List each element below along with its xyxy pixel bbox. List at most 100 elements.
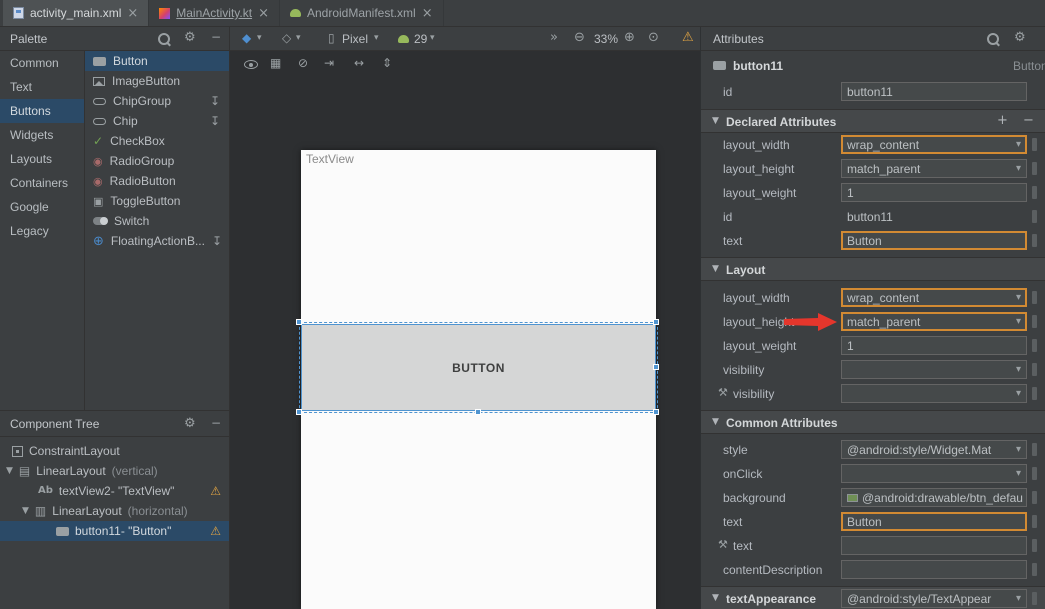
palette-category-text[interactable]: Text: [0, 75, 84, 99]
chevron-down-icon[interactable]: ▾: [257, 34, 262, 43]
download-icon[interactable]: ↧: [210, 95, 220, 107]
zoom-level[interactable]: 33%: [594, 32, 618, 46]
text-input[interactable]: Button: [841, 512, 1027, 531]
layout-width-dropdown[interactable]: wrap_content ▾: [841, 135, 1027, 154]
tab-androidmanifest-xml[interactable]: AndroidManifest.xml ×: [280, 0, 444, 26]
palette-category-containers[interactable]: Containers: [0, 171, 84, 195]
pick-resource-button[interactable]: [1032, 363, 1037, 376]
palette-category-layouts[interactable]: Layouts: [0, 147, 84, 171]
orientation-icon[interactable]: ◇: [282, 32, 291, 44]
device-screen[interactable]: TextView BUTTON: [301, 150, 656, 609]
clear-constraints-icon[interactable]: ↔: [354, 57, 364, 69]
palette-item-chipgroup[interactable]: ChipGroup ↧: [85, 91, 230, 111]
palette-item-radiogroup[interactable]: ◉ RadioGroup: [85, 151, 230, 171]
tree-item-textview2[interactable]: Ab textView2- "TextView" ⚠: [0, 481, 230, 501]
pick-resource-button[interactable]: [1032, 186, 1037, 199]
pick-resource-button[interactable]: [1032, 315, 1037, 328]
view-options-icon[interactable]: [244, 60, 258, 69]
id-input[interactable]: button11: [841, 82, 1027, 101]
collapse-triangle-icon[interactable]: ▼: [712, 418, 719, 427]
palette-category-legacy[interactable]: Legacy: [0, 219, 84, 243]
pick-resource-button[interactable]: [1032, 162, 1037, 175]
warnings-button[interactable]: ⚠: [682, 31, 694, 44]
chevron-down-icon[interactable]: ▾: [296, 34, 301, 43]
close-tab-icon[interactable]: ×: [258, 7, 269, 20]
palette-category-buttons[interactable]: Buttons: [0, 99, 84, 123]
zoom-out-button[interactable]: ⊖: [574, 31, 585, 44]
remove-attribute-button[interactable]: −: [1023, 114, 1034, 127]
palette-item-togglebutton[interactable]: ▣ ToggleButton: [85, 191, 230, 211]
tree-item-button11[interactable]: button11- "Button" ⚠: [0, 521, 230, 541]
collapse-triangle-icon[interactable]: ▼: [712, 117, 719, 126]
tree-expand-icon[interactable]: ▼: [6, 467, 13, 476]
pick-resource-button[interactable]: [1032, 138, 1037, 151]
pick-resource-button[interactable]: [1032, 443, 1037, 456]
close-tab-icon[interactable]: ×: [127, 7, 138, 20]
pick-resource-button[interactable]: [1032, 234, 1037, 247]
section-common-attributes[interactable]: ▼ Common Attributes: [701, 410, 1045, 434]
api-level-selector[interactable]: 29: [414, 32, 427, 46]
gear-icon[interactable]: ⚙: [1014, 31, 1026, 44]
textappearance-dropdown[interactable]: @android:style/TextAppear ▾: [841, 589, 1027, 608]
layout-weight-input[interactable]: 1: [841, 336, 1027, 355]
canvas-textview[interactable]: TextView: [306, 152, 354, 166]
minimize-icon[interactable]: −: [211, 31, 221, 43]
onclick-dropdown[interactable]: ▾: [841, 464, 1027, 483]
default-margins-icon[interactable]: ⇥: [324, 57, 334, 69]
autoconnect-off-magnet-icon[interactable]: ⊘: [298, 57, 308, 69]
tab-activity-main-xml[interactable]: activity_main.xml ×: [3, 0, 149, 26]
pick-resource-button[interactable]: [1032, 515, 1037, 528]
chevron-down-icon[interactable]: ▾: [430, 34, 435, 43]
id-value[interactable]: button11: [841, 207, 1027, 226]
resize-handle[interactable]: [653, 364, 659, 370]
pick-resource-button[interactable]: [1032, 563, 1037, 576]
resize-handle[interactable]: [296, 409, 302, 415]
palette-item-chip[interactable]: Chip ↧: [85, 111, 230, 131]
zoom-in-button[interactable]: ⊕: [624, 31, 635, 44]
section-textappearance[interactable]: ▼ textAppearance @android:style/TextAppe…: [701, 586, 1045, 609]
resize-handle[interactable]: [653, 319, 659, 325]
layout-height-dropdown[interactable]: match_parent ▾: [841, 312, 1027, 331]
collapse-triangle-icon[interactable]: ▼: [712, 265, 719, 274]
pick-resource-button[interactable]: [1032, 210, 1037, 223]
zoom-to-fit-button[interactable]: ⊙: [648, 31, 659, 44]
pick-resource-button[interactable]: [1032, 467, 1037, 480]
palette-item-floatingactionbutton[interactable]: ⊕ FloatingActionB... ↧: [85, 231, 230, 251]
add-attribute-button[interactable]: +: [997, 114, 1008, 127]
collapse-triangle-icon[interactable]: ▼: [712, 594, 719, 603]
background-input[interactable]: @android:drawable/btn_defau: [841, 488, 1027, 507]
tools-text-input[interactable]: [841, 536, 1027, 555]
palette-item-checkbox[interactable]: ✓ CheckBox: [85, 131, 230, 151]
minimize-icon[interactable]: −: [211, 417, 221, 429]
pick-resource-button[interactable]: [1032, 592, 1037, 605]
search-icon[interactable]: [158, 33, 170, 45]
blueprint-grid-icon[interactable]: ▦: [270, 57, 281, 69]
layout-weight-input[interactable]: 1: [841, 183, 1027, 202]
palette-item-radiobutton[interactable]: ◉ RadioButton: [85, 171, 230, 191]
palette-item-button[interactable]: Button: [85, 51, 230, 71]
pick-resource-button[interactable]: [1032, 339, 1037, 352]
section-layout[interactable]: ▼ Layout: [701, 257, 1045, 281]
pick-resource-button[interactable]: [1032, 387, 1037, 400]
design-surface-icon[interactable]: ◆: [242, 32, 251, 44]
tree-expand-icon[interactable]: ▼: [22, 507, 29, 516]
visibility-dropdown[interactable]: ▾: [841, 360, 1027, 379]
resize-handle[interactable]: [653, 409, 659, 415]
content-description-input[interactable]: [841, 560, 1027, 579]
tree-item-linearlayout-vertical[interactable]: ▼ ▤ LinearLayout (vertical): [0, 461, 230, 481]
pick-resource-button[interactable]: [1032, 491, 1037, 504]
section-declared-attributes[interactable]: ▼ Declared Attributes + −: [701, 109, 1045, 133]
design-canvas[interactable]: ▦ ⊘ ⇥ ↔ ⇕ TextView BUTTON: [230, 51, 700, 609]
pack-align-icon[interactable]: ⇕: [382, 57, 392, 69]
palette-category-google[interactable]: Google: [0, 195, 84, 219]
download-icon[interactable]: ↧: [210, 115, 220, 127]
tree-item-constraintlayout[interactable]: ConstraintLayout: [0, 441, 230, 461]
resize-handle[interactable]: [475, 409, 481, 415]
search-icon[interactable]: [987, 33, 999, 45]
device-selector[interactable]: Pixel: [342, 32, 368, 46]
download-icon[interactable]: ↧: [212, 235, 222, 247]
layout-height-dropdown[interactable]: match_parent ▾: [841, 159, 1027, 178]
palette-item-imagebutton[interactable]: ImageButton: [85, 71, 230, 91]
palette-category-common[interactable]: Common: [0, 51, 84, 75]
palette-category-widgets[interactable]: Widgets: [0, 123, 84, 147]
